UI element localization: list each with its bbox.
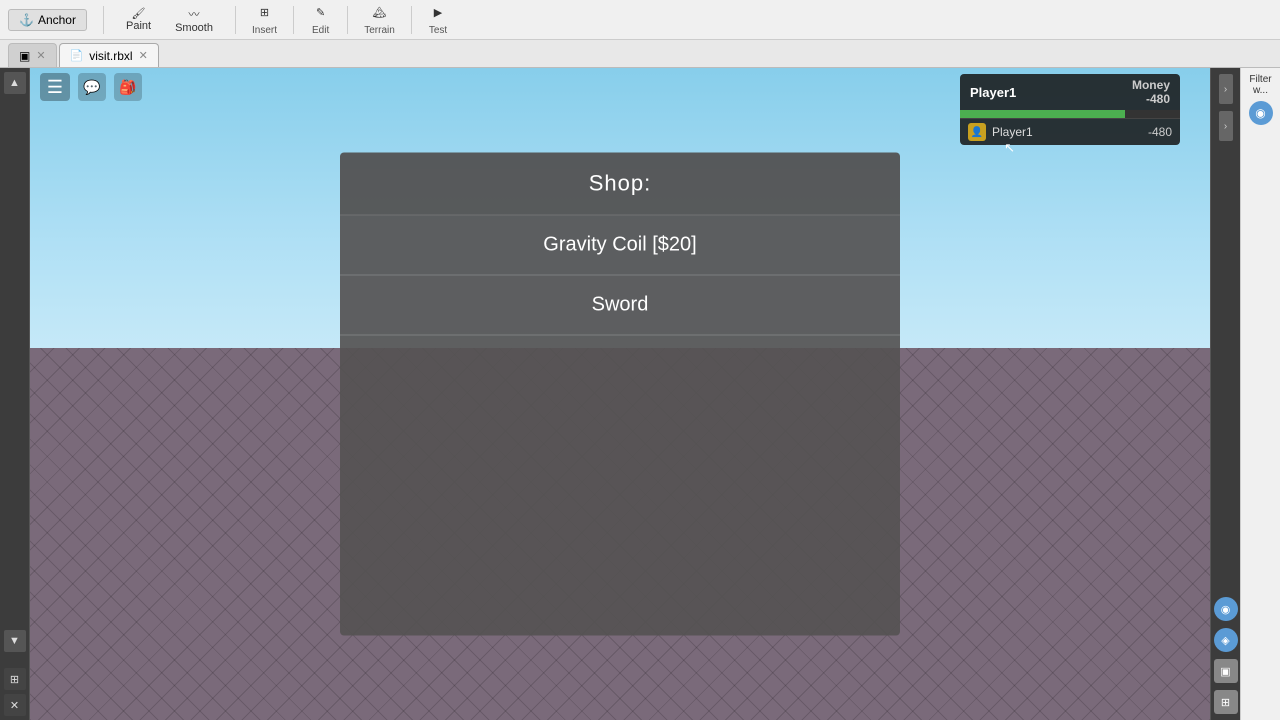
toolbar-divider-3	[293, 6, 294, 34]
tab-file-label: visit.rbxl	[89, 49, 132, 63]
anchor-btn[interactable]: ⚓ Anchor	[8, 9, 87, 31]
tab-main-icon: ▣	[19, 49, 30, 63]
toolbar-divider-1	[103, 6, 104, 34]
tab-main-close[interactable]: ✕	[36, 49, 45, 62]
terrain-label: Terrain	[364, 25, 395, 36]
paint-label: Paint	[126, 20, 151, 32]
explorer-icon[interactable]: ◈	[1214, 628, 1238, 652]
player-info-panel: Player1 Money -480 👤 Player1 -480	[960, 74, 1180, 145]
money-value: -480	[1146, 92, 1170, 106]
collapse-arrow-mid[interactable]: ›	[1219, 111, 1233, 141]
edit-icon: ✎	[316, 6, 325, 19]
output-icon[interactable]: ⊞	[1214, 690, 1238, 714]
test-label: Test	[429, 25, 447, 36]
paint-btn[interactable]: 🖌 Paint	[120, 5, 157, 34]
smooth-label: Smooth	[175, 22, 213, 34]
edit-label: Edit	[312, 25, 329, 36]
toolbar-divider-2	[235, 6, 236, 34]
filter-label: Filter w...	[1243, 72, 1278, 98]
player-name: Player1	[970, 85, 1016, 100]
test-icon: ▶	[434, 6, 442, 19]
left-sidebar: ▲ ▼ ⊞ ✕	[0, 68, 30, 720]
paint-icon: 🖌	[132, 7, 146, 20]
money-label: Money	[1132, 78, 1170, 92]
bottom-icon-1[interactable]: ⊞	[4, 668, 26, 690]
tab-file-icon: 📄	[70, 49, 84, 62]
tabbar: ▣ ✕ 📄 visit.rbxl ✕	[0, 40, 1280, 68]
test-btn[interactable]: ▶	[428, 4, 448, 21]
chat-button[interactable]: 💬	[78, 73, 106, 101]
collapse-arrow-top[interactable]: ›	[1219, 74, 1233, 104]
shop-dialog: Shop: Gravity Coil [$20] Sword	[340, 153, 900, 636]
shop-item-sword[interactable]: Sword	[340, 276, 900, 336]
player-row: 👤 Player1 -480	[960, 118, 1180, 145]
anchor-label: Anchor	[38, 13, 76, 27]
player-health-bar-container	[960, 110, 1180, 118]
smooth-btn[interactable]: 〰 Smooth	[169, 4, 219, 36]
shop-empty-area	[340, 336, 900, 636]
toolbar: ⚓ Anchor 🖌 Paint 〰 Smooth ⊞ Insert ✎ Edi…	[0, 0, 1280, 40]
right-panel: › › ◉ ◈ ▣ ⊞	[1210, 68, 1240, 720]
player-name-small: Player1	[992, 125, 1142, 139]
toolbar-divider-5	[411, 6, 412, 34]
tab-file-close[interactable]: ✕	[139, 49, 148, 62]
scroll-down-arrow[interactable]: ▼	[4, 630, 26, 652]
bottom-icon-2[interactable]: ✕	[4, 694, 26, 716]
test-section: ▶ Test	[428, 4, 448, 36]
edit-btn[interactable]: ✎	[310, 4, 331, 21]
filter-panel: Filter w... ◉	[1240, 68, 1280, 720]
terrain-icon: 🏔	[373, 6, 387, 19]
game-viewport[interactable]: ☰ 💬 🎒 Player1 Money -480 👤 Player1 -480	[30, 68, 1210, 720]
player-avatar: 👤	[968, 123, 986, 141]
main-area: ▲ ▼ ⊞ ✕ ☰ 💬 🎒 Player1 Money -480	[0, 68, 1280, 720]
hamburger-button[interactable]: ☰	[40, 73, 70, 101]
filter-icon[interactable]: ◉	[1249, 101, 1273, 125]
edit-section: ✎ Edit	[310, 4, 331, 36]
smooth-icon: 〰	[189, 6, 200, 22]
backpack-button[interactable]: 🎒	[114, 73, 142, 101]
shop-item-gravity-coil[interactable]: Gravity Coil [$20]	[340, 216, 900, 276]
toolbox-icon[interactable]: ▣	[1214, 659, 1238, 683]
shop-title: Shop:	[340, 153, 900, 216]
insert-btn[interactable]: ⊞	[254, 4, 275, 21]
toolbar-divider-4	[347, 6, 348, 34]
tab-file[interactable]: 📄 visit.rbxl ✕	[59, 43, 159, 67]
player-header: Player1 Money -480	[960, 74, 1180, 110]
anchor-icon: ⚓	[19, 13, 34, 27]
tab-main[interactable]: ▣ ✕	[8, 43, 57, 67]
terrain-section: 🏔 Terrain	[364, 4, 395, 36]
insert-icon: ⊞	[260, 6, 269, 19]
insert-label: Insert	[252, 25, 277, 36]
terrain-btn[interactable]: 🏔	[367, 4, 393, 21]
insert-section: ⊞ Insert	[252, 4, 277, 36]
player-health-bar	[960, 110, 1125, 118]
player-money-small: -480	[1148, 125, 1172, 139]
scroll-up-arrow[interactable]: ▲	[4, 72, 26, 94]
toolbar-left-group: ⚓ Anchor	[8, 9, 87, 31]
properties-icon[interactable]: ◉	[1214, 597, 1238, 621]
